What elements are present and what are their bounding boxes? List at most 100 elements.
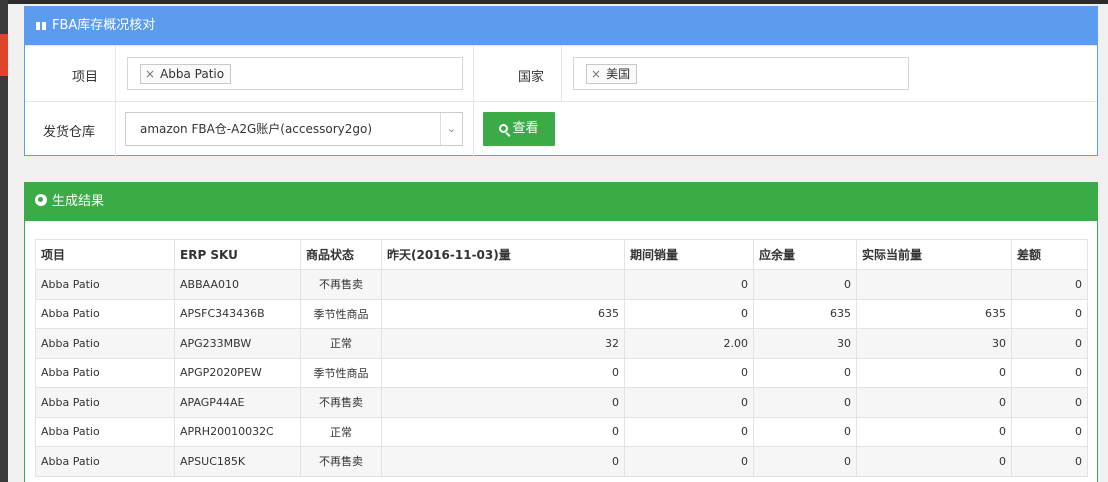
column-header[interactable]: 商品状态 [300, 239, 382, 270]
result-table: 项目 ERP SKU 商品状态 昨天(2016-11-03)量 期间销量 应余量… [35, 239, 1088, 477]
difference-cell: 0 [1011, 387, 1088, 418]
period-sales-cell: 0 [624, 387, 754, 418]
difference-cell: 0 [1011, 269, 1088, 300]
column-header[interactable]: ERP SKU [174, 239, 301, 270]
result-panel: 生成结果 项目 ERP SKU 商品状态 昨天(2016-11-03)量 期间销… [24, 182, 1098, 482]
expected-qty-cell: 0 [753, 416, 857, 447]
project-cell: Abba Patio [35, 416, 175, 447]
project-cell: Abba Patio [35, 298, 175, 329]
filter-panel-title: FBA库存概况核对 [52, 18, 156, 33]
sku-cell: APRH20010032C [174, 416, 301, 447]
gift-icon [35, 18, 47, 30]
sku-cell: APSFC343436B [174, 298, 301, 329]
column-header[interactable]: 昨天(2016-11-03)量 [381, 239, 625, 270]
column-header[interactable]: 差额 [1011, 239, 1088, 270]
project-cell: Abba Patio [35, 328, 175, 359]
project-multiselect[interactable]: × Abba Patio [127, 57, 463, 90]
view-button[interactable]: 查看 [483, 112, 555, 146]
result-panel-title: 生成结果 [52, 194, 105, 209]
difference-cell: 0 [1011, 298, 1088, 329]
column-header[interactable]: 实际当前量 [856, 239, 1012, 270]
table-row: Abba Patio APG233MBW 正常 32 2.00 30 30 0 [35, 328, 1088, 359]
status-cell: 正常 [300, 416, 382, 447]
country-tag[interactable]: × 美国 [586, 64, 638, 84]
sku-cell: APGP2020PEW [174, 357, 301, 388]
warehouse-select[interactable]: amazon FBA仓-A2G账户(accessory2go) ⌄ [125, 112, 463, 146]
actual-qty-cell: 0 [856, 446, 1012, 477]
actual-qty-cell: 0 [856, 357, 1012, 388]
difference-cell: 0 [1011, 328, 1088, 359]
actual-qty-cell [856, 269, 1012, 300]
yesterday-qty-cell [381, 269, 625, 300]
sku-cell: ABBAA010 [174, 269, 301, 300]
difference-cell: 0 [1011, 416, 1088, 447]
yesterday-qty-cell: 32 [381, 328, 625, 359]
project-label: 项目 [72, 70, 99, 85]
sku-cell: APSUC185K [174, 446, 301, 477]
chevron-down-icon[interactable]: ⌄ [440, 113, 462, 145]
expected-qty-cell: 0 [753, 387, 857, 418]
period-sales-cell: 0 [624, 298, 754, 329]
country-tag-label: 美国 [606, 67, 631, 81]
period-sales-cell: 0 [624, 269, 754, 300]
actual-qty-cell: 30 [856, 328, 1012, 359]
yesterday-qty-cell: 0 [381, 416, 625, 447]
expected-qty-cell: 635 [753, 298, 857, 329]
difference-cell: 0 [1011, 357, 1088, 388]
filter-row-warehouse: 发货仓库 amazon FBA仓-A2G账户(accessory2go) ⌄ 查… [25, 101, 1097, 157]
result-panel-header: 生成结果 [25, 183, 1097, 221]
remove-tag-icon[interactable]: × [145, 67, 155, 81]
warehouse-select-value: amazon FBA仓-A2G账户(accessory2go) [140, 122, 373, 136]
column-header[interactable]: 期间销量 [624, 239, 754, 270]
project-tag[interactable]: × Abba Patio [140, 64, 232, 84]
filter-panel-header: FBA库存概况核对 [25, 7, 1097, 45]
column-header[interactable]: 应余量 [753, 239, 857, 270]
status-cell: 不再售卖 [300, 387, 382, 418]
project-tag-label: Abba Patio [160, 67, 225, 81]
period-sales-cell: 2.00 [624, 328, 754, 359]
divider [473, 46, 474, 102]
globe-icon [35, 194, 47, 206]
project-cell: Abba Patio [35, 269, 175, 300]
expected-qty-cell: 30 [753, 328, 857, 359]
status-cell: 季节性商品 [300, 298, 382, 329]
sku-cell: APG233MBW [174, 328, 301, 359]
table-row: Abba Patio ABBAA010 不再售卖 0 0 0 [35, 269, 1088, 300]
table-row: Abba Patio APSUC185K 不再售卖 0 0 0 0 0 [35, 446, 1088, 477]
divider [561, 46, 562, 102]
period-sales-cell: 0 [624, 446, 754, 477]
expected-qty-cell: 0 [753, 446, 857, 477]
table-row: Abba Patio APRH20010032C 正常 0 0 0 0 0 [35, 416, 1088, 447]
period-sales-cell: 0 [624, 416, 754, 447]
actual-qty-cell: 635 [856, 298, 1012, 329]
yesterday-qty-cell: 635 [381, 298, 625, 329]
column-header[interactable]: 项目 [35, 239, 175, 270]
difference-cell: 0 [1011, 446, 1088, 477]
country-multiselect[interactable]: × 美国 [573, 57, 909, 90]
view-button-label: 查看 [512, 121, 539, 136]
divider [115, 46, 116, 102]
divider [473, 102, 474, 157]
table-row: Abba Patio APAGP44AE 不再售卖 0 0 0 0 0 [35, 387, 1088, 418]
country-label: 国家 [518, 70, 545, 85]
search-icon [499, 124, 509, 133]
table-row: Abba Patio APGP2020PEW 季节性商品 0 0 0 0 0 [35, 357, 1088, 388]
yesterday-qty-cell: 0 [381, 357, 625, 388]
status-cell: 季节性商品 [300, 357, 382, 388]
table-header-row: 项目 ERP SKU 商品状态 昨天(2016-11-03)量 期间销量 应余量… [35, 239, 1088, 270]
actual-qty-cell: 0 [856, 387, 1012, 418]
filter-panel: FBA库存概况核对 项目 × Abba Patio 国家 × 美国 发货仓库 ama… [24, 6, 1098, 157]
status-cell: 不再售卖 [300, 269, 382, 300]
warehouse-label: 发货仓库 [43, 125, 96, 140]
expected-qty-cell: 0 [753, 269, 857, 300]
project-cell: Abba Patio [35, 357, 175, 388]
project-cell: Abba Patio [35, 446, 175, 477]
remove-tag-icon[interactable]: × [591, 67, 601, 81]
project-cell: Abba Patio [35, 387, 175, 418]
top-strip [0, 0, 1108, 4]
left-sidebar-accent [0, 34, 8, 76]
table-row: Abba Patio APSFC343436B 季节性商品 635 0 635 … [35, 298, 1088, 329]
divider [115, 102, 116, 157]
yesterday-qty-cell: 0 [381, 387, 625, 418]
actual-qty-cell: 0 [856, 416, 1012, 447]
